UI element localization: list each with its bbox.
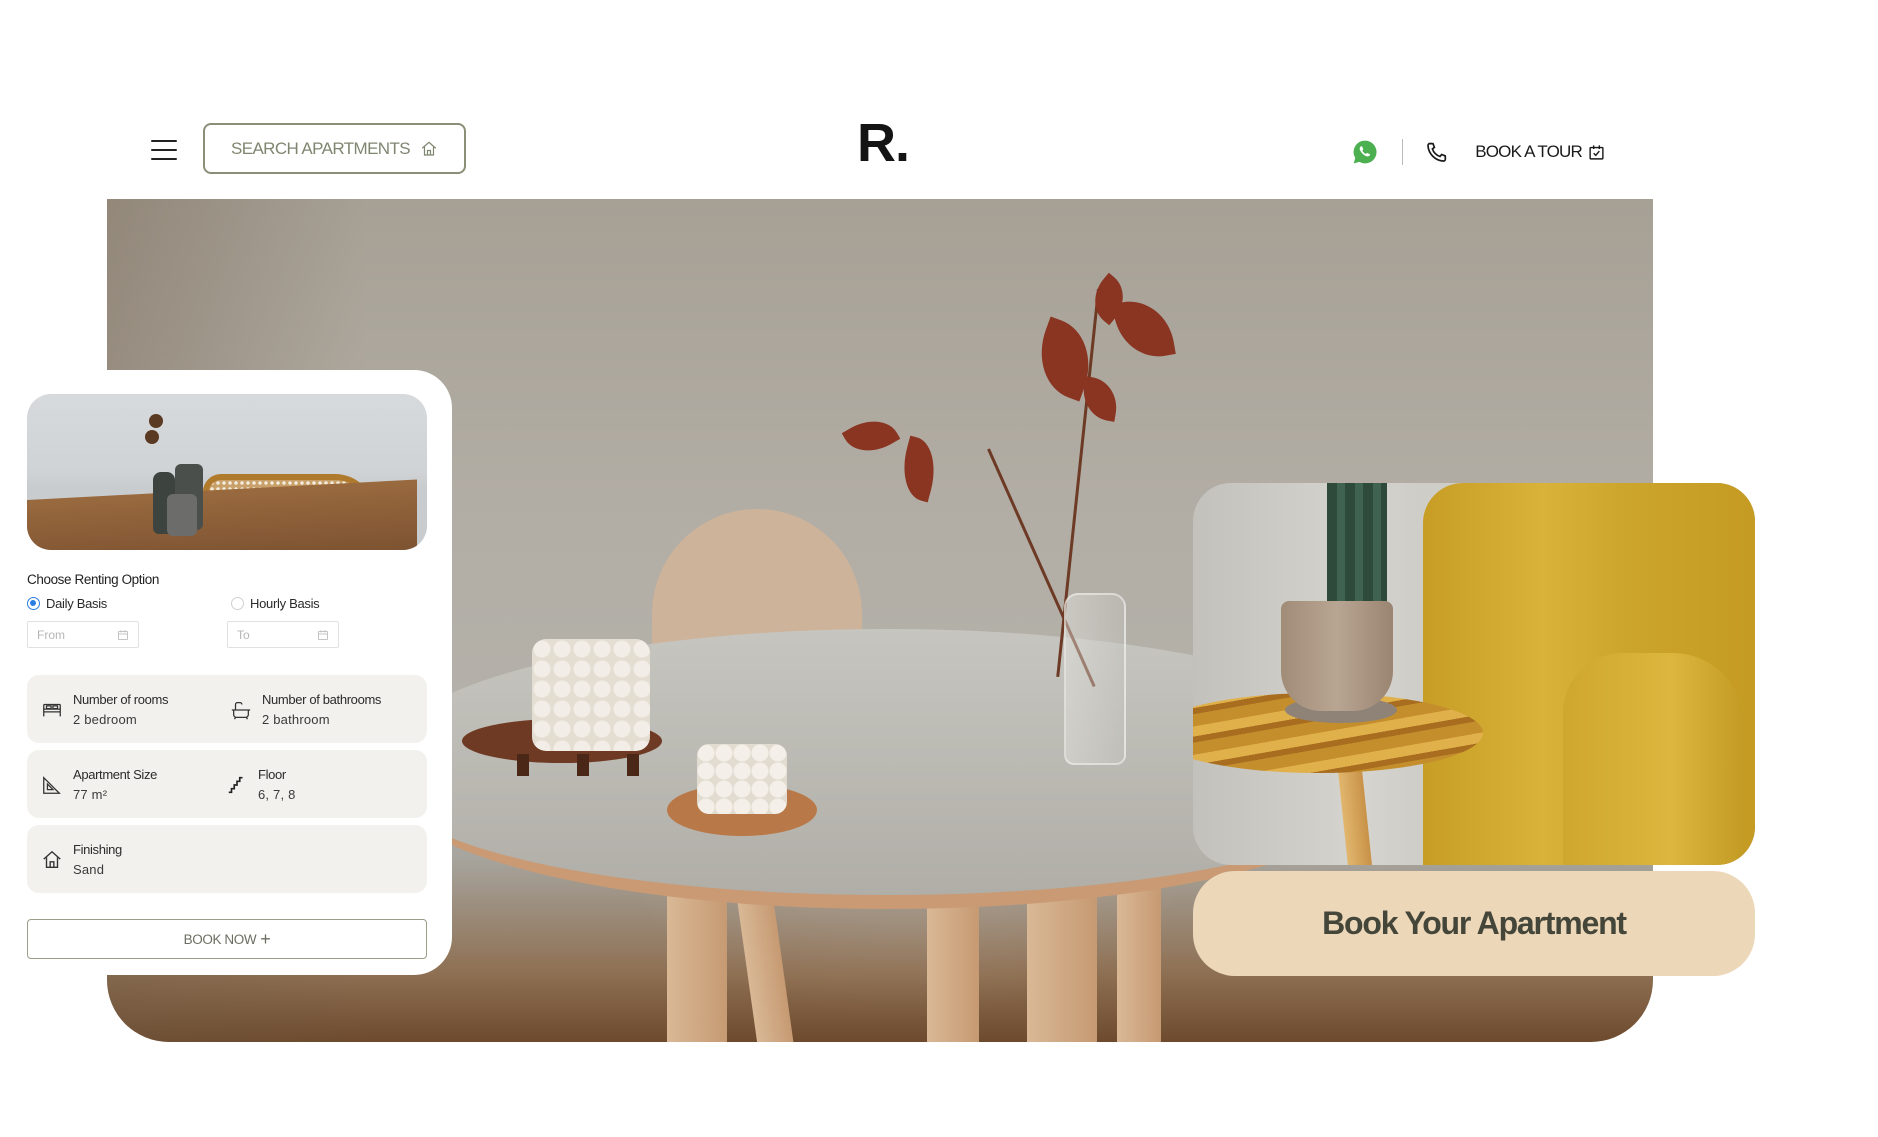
- book-a-tour-label: BOOK A TOUR: [1475, 142, 1583, 161]
- phone-icon[interactable]: [1425, 140, 1449, 164]
- glass-vase: [1064, 593, 1126, 765]
- size-info-box: Apartment Size 77 m² Floor 6, 7, 8: [27, 750, 427, 818]
- book-now-label: BOOK NOW: [183, 931, 257, 947]
- detail-finishing: Finishing Sand: [41, 842, 122, 877]
- detail-floor: Floor 6, 7, 8: [226, 767, 296, 802]
- home-icon: [421, 140, 437, 156]
- whatsapp-icon[interactable]: [1352, 139, 1378, 165]
- to-date-input[interactable]: To: [227, 621, 339, 648]
- nav-divider: [1402, 139, 1404, 165]
- apartment-photo: [27, 394, 427, 550]
- detail-bathrooms: Number of bathrooms 2 bathroom: [230, 692, 381, 727]
- from-date-input[interactable]: From: [27, 621, 139, 648]
- plus-icon: +: [260, 928, 271, 949]
- bubble-candle: [532, 639, 650, 751]
- bed-icon: [43, 703, 61, 716]
- search-apartments-label: SEARCH APARTMENTS: [230, 138, 411, 158]
- detail-size: Apartment Size 77 m²: [41, 767, 157, 802]
- radio-hourly-basis[interactable]: Hourly Basis: [231, 596, 320, 611]
- hamburger-menu-icon[interactable]: [151, 138, 177, 162]
- search-apartments-button[interactable]: SEARCH APARTMENTS: [203, 123, 466, 174]
- book-your-apartment-button[interactable]: Book Your Apartment: [1193, 871, 1755, 976]
- right-nav: BOOK A TOUR: [1352, 136, 1605, 168]
- brand-logo[interactable]: R.: [857, 112, 910, 174]
- calendar-icon: [118, 629, 128, 640]
- book-a-tour-button[interactable]: BOOK A TOUR: [1475, 142, 1605, 162]
- radio-button[interactable]: [27, 597, 40, 610]
- home-icon: [43, 850, 61, 868]
- renting-option-title: Choose Renting Option: [27, 572, 159, 587]
- apartment-interior-photo: [1193, 483, 1755, 865]
- set-square-icon: [43, 775, 61, 794]
- radio-daily-basis[interactable]: Daily Basis: [27, 596, 107, 611]
- top-navigation: SEARCH APARTMENTS R. BOOK A TOUR: [107, 100, 1653, 199]
- rooms-info-box: Number of rooms 2 bedroom Number of bath…: [27, 675, 427, 743]
- calendar-check-icon: [1589, 144, 1604, 160]
- radio-button[interactable]: [231, 597, 244, 610]
- stairs-icon: [228, 776, 243, 793]
- bathtub-icon: [231, 701, 251, 719]
- finishing-info-box: Finishing Sand: [27, 825, 427, 893]
- book-now-button[interactable]: BOOK NOW +: [27, 919, 427, 959]
- detail-rooms: Number of rooms 2 bedroom: [41, 692, 169, 727]
- bubble-candle-small: [697, 744, 787, 814]
- booking-card: Choose Renting Option Daily Basis Hourly…: [0, 370, 452, 975]
- calendar-icon: [318, 629, 328, 640]
